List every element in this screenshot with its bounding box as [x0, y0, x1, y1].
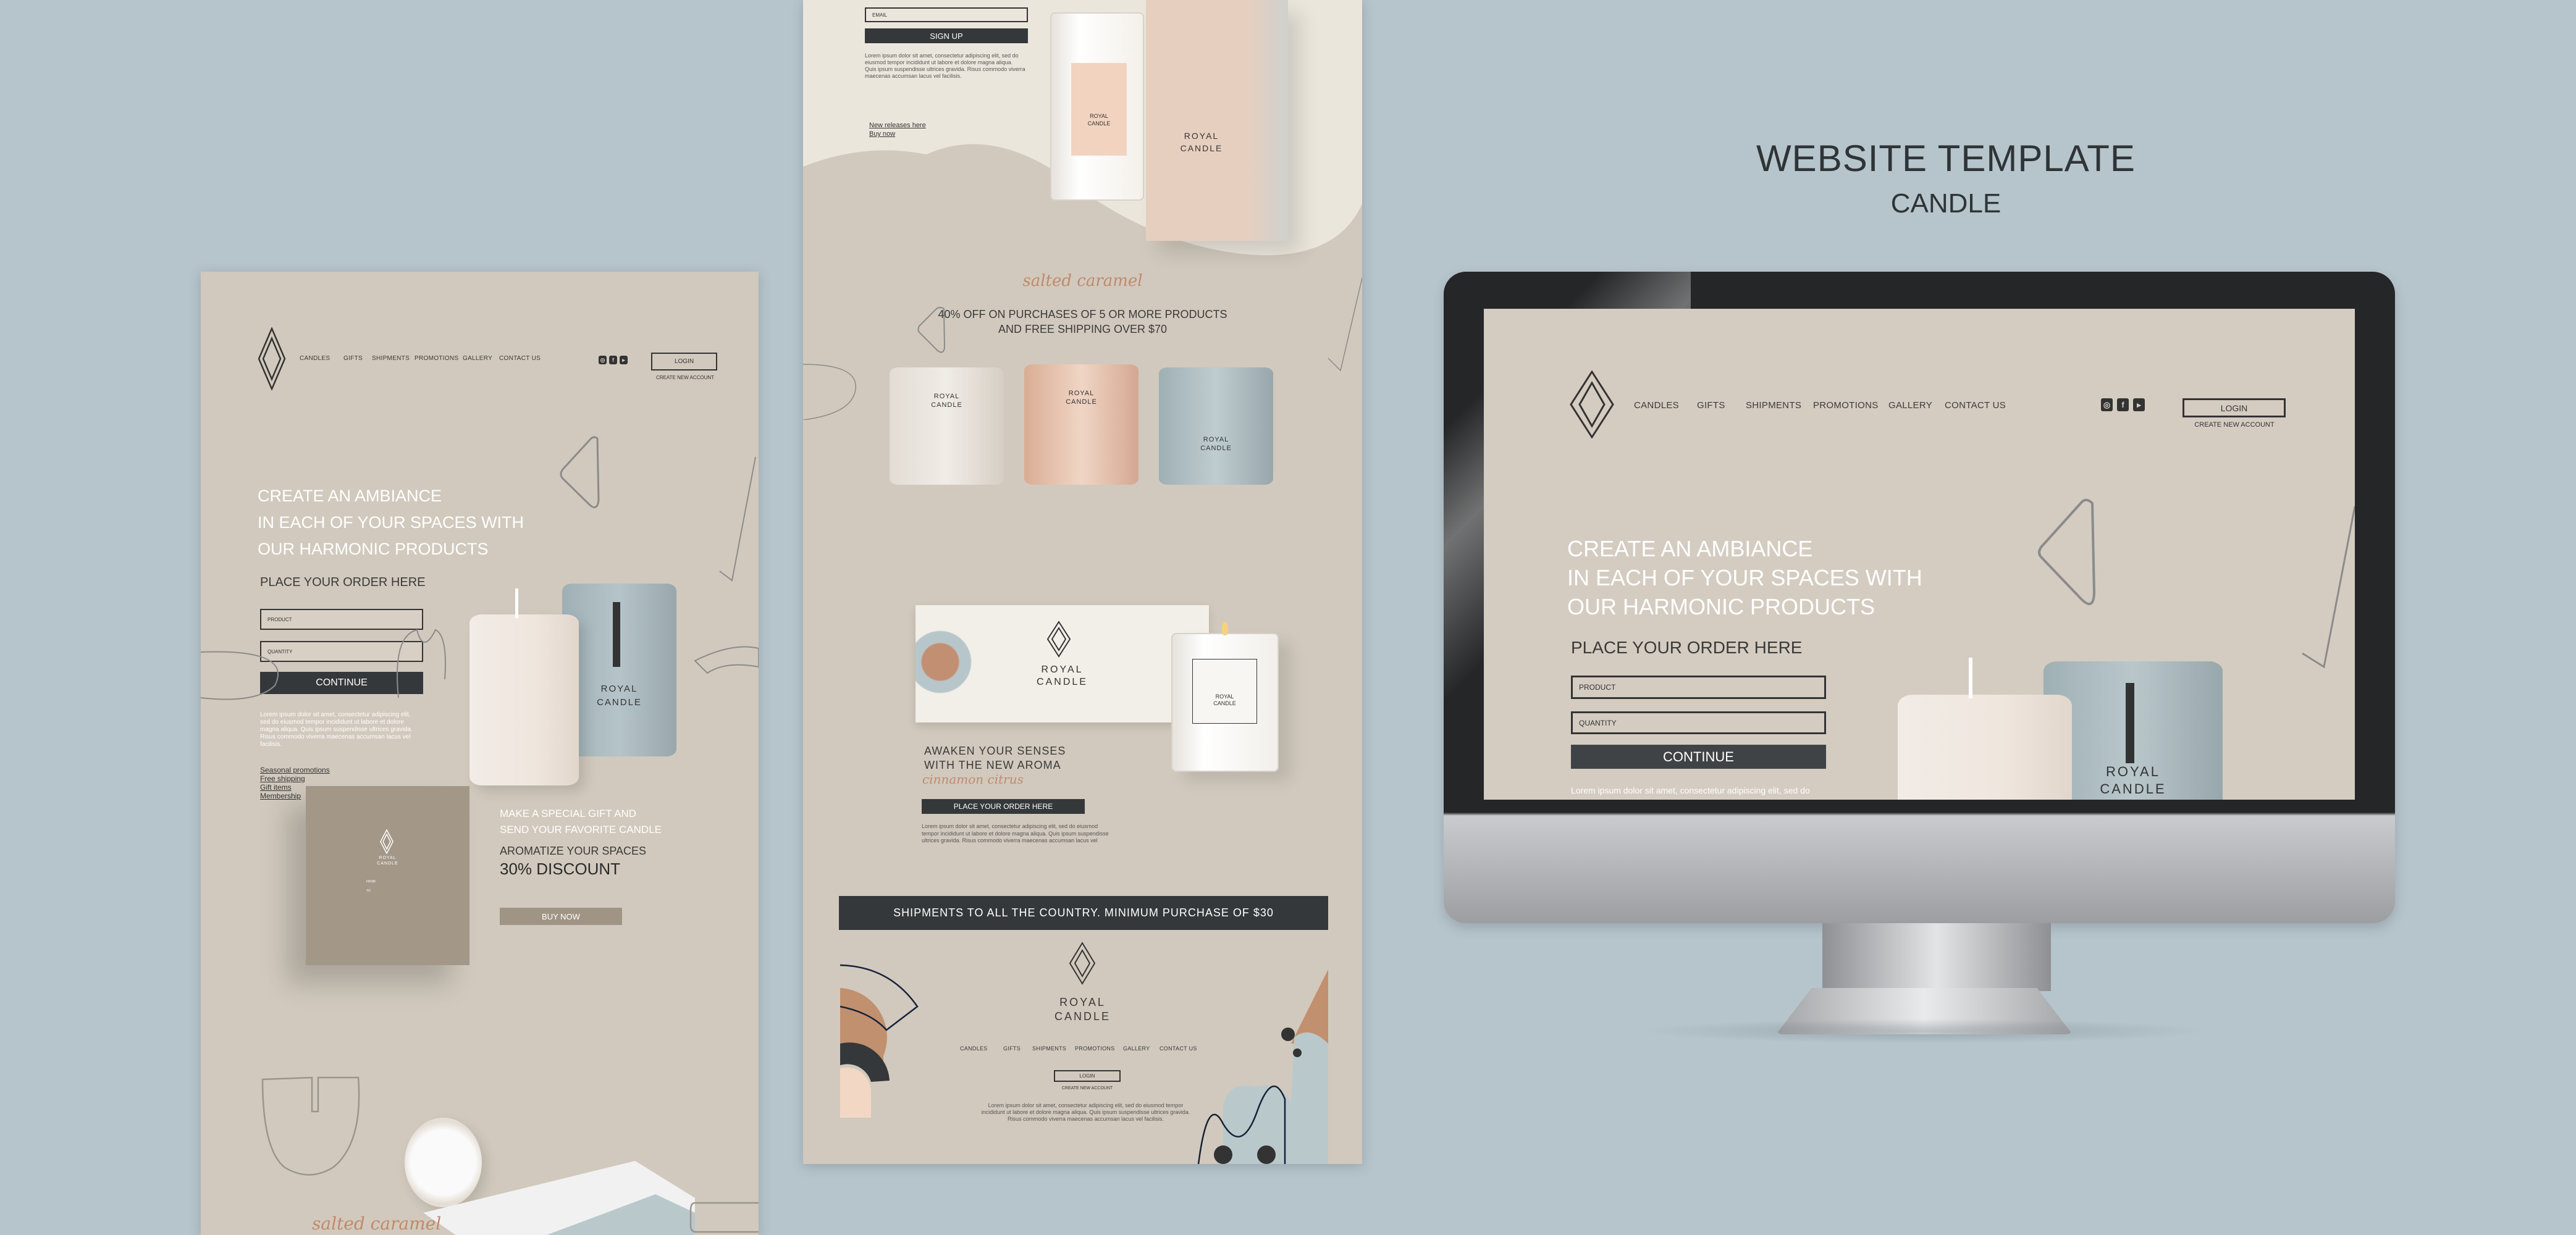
- footer-nav-gifts[interactable]: GIFTS: [1003, 1045, 1021, 1052]
- nav-contact-us[interactable]: CONTACT US: [499, 355, 541, 362]
- nav-shipments[interactable]: SHIPMENTS: [372, 355, 410, 362]
- footer-create-account-link[interactable]: CREATE NEW ACCOUNT: [1025, 1086, 1149, 1091]
- footer-nav-shipments[interactable]: SHIPMENTS: [1032, 1045, 1066, 1052]
- salted-caramel-script: salted caramel: [1022, 272, 1143, 290]
- create-account-link[interactable]: CREATE NEW ACCOUNT: [656, 375, 714, 380]
- place-order-button[interactable]: PLACE YOUR ORDER HERE: [922, 799, 1085, 814]
- youtube-icon[interactable]: ▸: [2133, 398, 2145, 411]
- decorative-outline: [689, 1202, 759, 1233]
- monitor-shadow: [1637, 1019, 2212, 1044]
- order-title: PLACE YOUR ORDER HERE: [260, 576, 426, 589]
- link-buy-now[interactable]: Buy now: [869, 130, 926, 138]
- facebook-icon[interactable]: f: [609, 356, 617, 364]
- order-title: PLACE YOUR ORDER HERE: [1571, 638, 1803, 657]
- nav-gallery[interactable]: GALLERY: [463, 355, 492, 362]
- continue-button[interactable]: CONTINUE: [1571, 745, 1826, 769]
- youtube-icon[interactable]: ▸: [620, 356, 628, 364]
- login-button[interactable]: LOGIN: [651, 353, 717, 371]
- gift-box: ROYAL CANDLE FROM TO: [306, 786, 469, 965]
- product-input[interactable]: PRODUCT: [1571, 676, 1826, 699]
- sign-up-button[interactable]: SIGN UP: [865, 28, 1028, 43]
- footer-diamond-logo-icon: [1069, 942, 1096, 985]
- nav-gallery[interactable]: GALLERY: [1888, 400, 1932, 411]
- salted-caramel-script: salted caramel: [312, 1213, 442, 1234]
- signup-description: Lorem ipsum dolor sit amet, consectetur …: [865, 52, 1025, 79]
- footer-decor-left: [840, 964, 919, 1118]
- nav-shipments[interactable]: SHIPMENTS: [1746, 400, 1801, 411]
- monitor: CANDLES GIFTS SHIPMENTS PROMOTIONS GALLE…: [1444, 272, 2395, 923]
- white-pillar-candle: [1898, 658, 2072, 800]
- monitor-stand-neck: [1822, 923, 2051, 991]
- nav-candles[interactable]: CANDLES: [300, 355, 330, 362]
- footer-login-button[interactable]: LOGIN: [1054, 1070, 1121, 1082]
- middle-mockup-page: EMAIL SIGN UP Lorem ipsum dolor sit amet…: [803, 0, 1362, 1164]
- nav-promotions[interactable]: PROMOTIONS: [415, 355, 458, 362]
- shipping-banner: SHIPMENTS TO ALL THE COUNTRY. MINIMUM PU…: [839, 896, 1328, 930]
- candle-tubes-row: ROYAL CANDLE ROYAL CANDLE ROYAL CANDLE: [803, 364, 1362, 488]
- hero-heading: CREATE AN AMBIANCE IN EACH OF YOUR SPACES…: [1567, 536, 1922, 619]
- diamond-logo-icon: [1046, 621, 1071, 658]
- login-button[interactable]: LOGIN: [2182, 398, 2286, 417]
- nav-gifts[interactable]: GIFTS: [343, 355, 363, 362]
- link-free-shipping[interactable]: Free shipping: [260, 774, 330, 783]
- diamond-logo-icon: [380, 829, 394, 854]
- glass-candle: ROYAL CANDLE: [1050, 12, 1144, 201]
- create-account-link[interactable]: CREATE NEW ACCOUNT: [2173, 421, 2296, 429]
- footer-nav-candles[interactable]: CANDLES: [960, 1045, 988, 1052]
- hero-description: Lorem ipsum dolor sit amet, consectetur …: [260, 711, 413, 748]
- left-mockup-page: CANDLES GIFTS SHIPMENTS PROMOTIONS GALLE…: [201, 272, 759, 1235]
- footer-nav-gallery[interactable]: GALLERY: [1123, 1045, 1150, 1052]
- hero-description: Lorem ipsum dolor sit amet, consectetur …: [1571, 785, 1810, 795]
- monitor-screen: CANDLES GIFTS SHIPMENTS PROMOTIONS GALLE…: [1484, 309, 2355, 800]
- cinnamon-citrus-script: cinnamon citrus: [922, 772, 1024, 787]
- discount-text: 30% DISCOUNT: [500, 860, 621, 878]
- aromatize-text: AROMATIZE YOUR SPACES: [500, 845, 647, 857]
- aroma-description: Lorem ipsum dolor sit amet, consectetur …: [922, 823, 1109, 844]
- page-title: WEBSITE TEMPLATE: [1756, 138, 2136, 179]
- link-seasonal-promotions[interactable]: Seasonal promotions: [260, 766, 330, 774]
- facebook-icon[interactable]: f: [2117, 398, 2129, 411]
- diamond-logo-icon: [1570, 371, 1614, 438]
- nav-contact-us[interactable]: CONTACT US: [1945, 400, 2006, 411]
- diamond-logo-icon: [258, 327, 286, 390]
- gift-heading: MAKE A SPECIAL GIFT AND SEND YOUR FAVORIT…: [500, 808, 662, 835]
- nav-gifts[interactable]: GIFTS: [1697, 400, 1725, 411]
- nav-candles[interactable]: CANDLES: [1634, 400, 1679, 411]
- footer-brand: ROYAL CANDLE: [1054, 996, 1111, 1023]
- instagram-icon[interactable]: ◎: [2101, 398, 2113, 411]
- long-candle-box: ROYAL CANDLE: [915, 605, 1209, 722]
- link-new-releases[interactable]: New releases here: [869, 121, 926, 130]
- buy-now-button[interactable]: BUY NOW: [500, 908, 622, 925]
- candle-gift-set: [423, 1161, 695, 1235]
- footer-nav-promotions[interactable]: PROMOTIONS: [1075, 1045, 1115, 1052]
- quantity-input[interactable]: QUANTITY: [1571, 711, 1826, 734]
- decorative-outlines: [201, 629, 759, 700]
- footer-description: Lorem ipsum dolor sit amet, consectetur …: [981, 1102, 1190, 1122]
- release-links: New releases here Buy now: [869, 121, 926, 138]
- email-input[interactable]: EMAIL: [865, 7, 1028, 22]
- decorative-shapes: [560, 436, 756, 582]
- promo-text: 40% OFF ON PURCHASES OF 5 OR MORE PRODUC…: [938, 308, 1227, 335]
- decorative-u-shape: [261, 1076, 360, 1176]
- lit-glass-candle: ROYAL CANDLE: [1171, 622, 1279, 772]
- hero-heading: CREATE AN AMBIANCE IN EACH OF YOUR SPACES…: [258, 487, 524, 558]
- nav-promotions[interactable]: PROMOTIONS: [1813, 400, 1879, 411]
- page-subtitle: CANDLE: [1890, 188, 2001, 219]
- footer-nav-contact-us[interactable]: CONTACT US: [1160, 1045, 1197, 1052]
- aroma-heading: AWAKEN YOUR SENSES WITH THE NEW AROMA: [924, 745, 1066, 771]
- instagram-icon[interactable]: ◎: [599, 356, 607, 364]
